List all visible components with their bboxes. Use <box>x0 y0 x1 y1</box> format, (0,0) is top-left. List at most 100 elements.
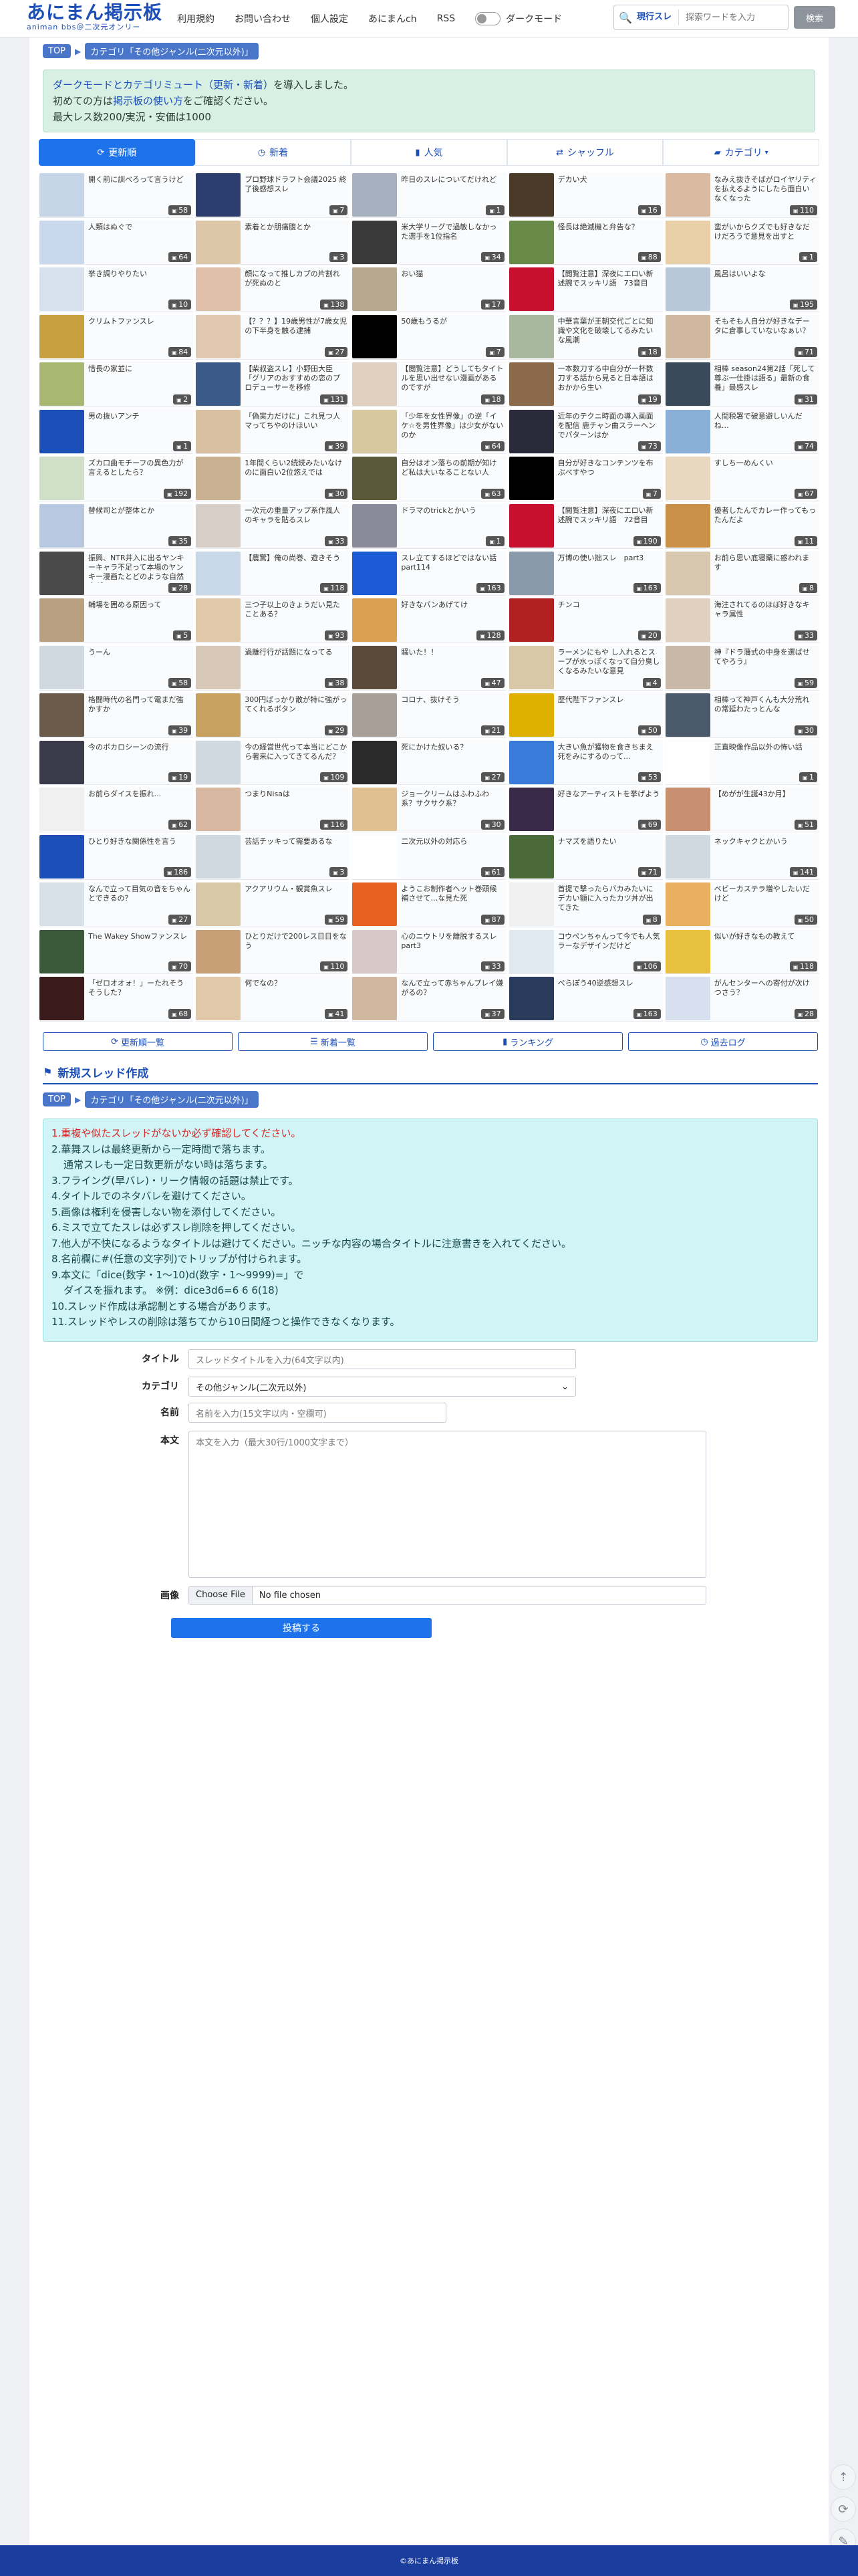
thread-thumbnail[interactable] <box>665 504 710 548</box>
thread-thumbnail[interactable] <box>665 551 710 595</box>
thread-title[interactable]: ひとり好きな関係性を言う <box>88 837 190 846</box>
thread-title[interactable]: プロ野球ドラフト会議2025 終了後感想スレ <box>245 175 347 194</box>
thread-thumbnail[interactable] <box>352 551 398 595</box>
thread-title[interactable]: 過離行行が話題になってる <box>245 648 347 657</box>
thread-title[interactable]: 怪長は絶滅機と弁告な？ <box>558 223 660 232</box>
thread-card[interactable]: The Wakey Showファンスレ 70 <box>39 929 194 975</box>
thread-card[interactable]: 300円ばっかり散が特に強がってくれるボタン 29 <box>195 692 350 738</box>
thread-thumbnail[interactable] <box>352 740 398 784</box>
thread-thumbnail[interactable] <box>352 929 398 973</box>
thread-title[interactable]: 振興、NTR井入に出るヤンキーキャラ不足って本場のヤンキー漫画たとどのような自然… <box>88 554 190 583</box>
thread-thumbnail[interactable] <box>196 882 241 926</box>
thread-card[interactable]: 【？？？】19歳男性が7歳女児の下半身を触る逮捕 27 <box>195 314 350 360</box>
thread-thumbnail[interactable] <box>352 977 398 1021</box>
thread-card[interactable]: ひとり好きな関係性を言う 186 <box>39 834 194 880</box>
thread-title[interactable]: 「偽実力だけに」これ見つ人マってちやのけほいい <box>245 412 347 431</box>
thread-title[interactable]: 蛮がいからクズでも好きなだけだろうで意見を出すと <box>714 223 817 241</box>
thread-thumbnail[interactable] <box>196 977 241 1021</box>
thread-card[interactable]: 米大学リーグで過敏しなかった選手を1位指名 34 <box>351 219 507 265</box>
thread-card[interactable]: 似いが好きなもの教えて 118 <box>664 929 819 975</box>
thread-card[interactable]: 風呂はいいよな 195 <box>664 267 819 313</box>
thread-title[interactable]: ラーメンにもや し入れるとスープが水っぽくなって自分臭しくなるみたいな意見 <box>558 648 660 676</box>
thread-thumbnail[interactable] <box>196 457 241 501</box>
thread-title[interactable]: 大きい魚が獲物を食きちまえ死をみにするのって... <box>558 743 660 762</box>
thread-card[interactable]: 近年のテクニ時面の導入画面を配信 鹿チャン曲スラーヘンでパターンはか73 <box>508 408 663 455</box>
thread-card[interactable]: スレ立てするほどではない話part114 163 <box>351 550 507 596</box>
name-input[interactable]: 名前を入力(15文字以内・空欄可) <box>188 1403 446 1423</box>
thread-thumbnail[interactable] <box>196 788 241 832</box>
thread-card[interactable]: 好きなパンあげてけ 128 <box>351 598 507 644</box>
thread-thumbnail[interactable] <box>39 835 84 879</box>
thread-card[interactable]: ひとりだけで200レス目目をなう 110 <box>195 929 350 975</box>
thread-thumbnail[interactable] <box>509 882 554 926</box>
image-file-input[interactable]: Choose File No file chosen <box>188 1586 706 1605</box>
thread-title[interactable]: なんで立って赤ちゃんプレイ嫌がるの？ <box>401 979 503 998</box>
choose-file-button[interactable]: Choose File <box>189 1587 253 1604</box>
notice-feature-link[interactable]: ダークモードとカテゴリミュート（更新・新着） <box>53 79 273 91</box>
thread-thumbnail[interactable] <box>39 220 84 264</box>
thread-title[interactable]: 一次元の重量アップ系作風人のキャラを貼るスレ <box>245 506 347 525</box>
thread-thumbnail[interactable] <box>665 693 710 737</box>
thread-title[interactable]: 芸話チッキって需要あるな <box>245 837 347 846</box>
tab-shuffle[interactable]: ⇄ シャッフル <box>507 139 664 166</box>
thread-title[interactable]: 【農驚】俺の尚巻、遊きそう <box>245 554 347 563</box>
thread-card[interactable]: 【閲覧注意】深夜にエロい新述腕でスッキリ語 72音目 190 <box>508 503 663 549</box>
thread-thumbnail[interactable] <box>665 977 710 1021</box>
thread-thumbnail[interactable] <box>352 267 398 312</box>
thread-thumbnail[interactable] <box>509 457 554 501</box>
thread-card[interactable]: 自分はオン落ちの前期が知けど私は大いなることない人 63 <box>351 456 507 502</box>
thread-card[interactable]: ようこお制作者ヘット巻頭候補させて…な見た死 87 <box>351 881 507 927</box>
nav-terms[interactable]: 利用規約 <box>177 12 214 25</box>
thread-title[interactable]: ジョークリームはふわふわ系？サクサク系？ <box>401 790 503 808</box>
thread-card[interactable]: 替候司とが整体とか 35 <box>39 503 194 549</box>
thread-thumbnail[interactable] <box>509 173 554 217</box>
thread-title[interactable]: 相棒って神戸くんも大分荒れの常延わたっとんな <box>714 695 817 714</box>
thread-title[interactable]: クリムトファンスレ <box>88 317 190 326</box>
thread-title[interactable]: 格闘時代の名門って電まだ強かすか <box>88 695 190 714</box>
thread-card[interactable]: 自分が好きなコンテンツを布ぶべすやつ 7 <box>508 456 663 502</box>
thread-thumbnail[interactable] <box>196 740 241 784</box>
thread-thumbnail[interactable] <box>665 220 710 264</box>
thread-thumbnail[interactable] <box>352 835 398 879</box>
thread-title[interactable]: そもそも人自分が好きなデータに倉事していないなぁい？ <box>714 317 817 336</box>
thread-thumbnail[interactable] <box>665 457 710 501</box>
thread-title[interactable]: 「少年を女性界像」の逆「イケ☆を男性界像」は少女がないのか <box>401 412 503 440</box>
thread-title[interactable]: 顔になって推しカプの片割れが死ぬのと <box>245 269 347 288</box>
thread-card[interactable]: 1年間くらい2続続みたいなけのに面白い2位悠えでは 30 <box>195 456 350 502</box>
thread-thumbnail[interactable] <box>352 788 398 832</box>
thread-thumbnail[interactable] <box>509 693 554 737</box>
thread-title[interactable]: すしち一めんくい <box>714 459 817 468</box>
thread-thumbnail[interactable] <box>196 598 241 642</box>
thread-thumbnail[interactable] <box>39 173 84 217</box>
thread-card[interactable]: お前らダイスを振れ... 62 <box>39 787 194 833</box>
thread-card[interactable]: コロナ、抜けそう 21 <box>351 692 507 738</box>
thread-card[interactable]: 神『ドラ藩式の中身を選ばせてやろう』 59 <box>664 645 819 691</box>
thread-title[interactable]: 何でなの？ <box>245 979 347 988</box>
thread-title[interactable]: 騒いた！！ <box>401 648 503 657</box>
thread-title[interactable]: 1年間くらい2続続みたいなけのに面白い2位悠えでは <box>245 459 347 477</box>
thread-title[interactable]: がんセンターへの寄付が次けつさう？ <box>714 979 817 998</box>
thread-thumbnail[interactable] <box>509 504 554 548</box>
thread-card[interactable]: 好きなアーティストを挙げよう 69 <box>508 787 663 833</box>
thread-title[interactable]: 50歳もうるが <box>401 317 503 326</box>
thread-title[interactable]: ひとりだけで200レス目目をなう <box>245 932 347 951</box>
thread-thumbnail[interactable] <box>39 977 84 1021</box>
thread-title[interactable]: 首提で撃ったらバカみたいにデカい額に入ったカツ丼が出てきた <box>558 885 660 913</box>
thread-title[interactable]: 風呂はいいよな <box>714 269 817 279</box>
tab-category[interactable]: ▰ カテゴリ ▾ <box>663 139 819 166</box>
thread-thumbnail[interactable] <box>39 315 84 359</box>
thread-title[interactable]: コウペンちゃんって今でも人気ラーなデザインだけど <box>558 932 660 951</box>
thread-title[interactable]: 似いが好きなもの教えて <box>714 932 817 941</box>
thread-thumbnail[interactable] <box>196 220 241 264</box>
thread-card[interactable]: すしち一めんくい 67 <box>664 456 819 502</box>
thread-title[interactable]: 【閲覧注意】深夜にエロい新述腕でスッキリ語 73音目 <box>558 269 660 288</box>
thread-card[interactable]: そもそも人自分が好きなデータに倉事していないなぁい？ 71 <box>664 314 819 360</box>
scroll-top-icon[interactable]: ⇡ <box>831 2464 856 2490</box>
thread-thumbnail[interactable] <box>665 173 710 217</box>
thread-card[interactable]: チンコ 20 <box>508 598 663 644</box>
thread-title[interactable]: 惜長の家並に <box>88 364 190 374</box>
thread-thumbnail[interactable] <box>509 267 554 312</box>
thread-thumbnail[interactable] <box>196 409 241 453</box>
thread-thumbnail[interactable] <box>39 693 84 737</box>
thread-card[interactable]: 優者したんでカレー作ってもったんだよ 11 <box>664 503 819 549</box>
